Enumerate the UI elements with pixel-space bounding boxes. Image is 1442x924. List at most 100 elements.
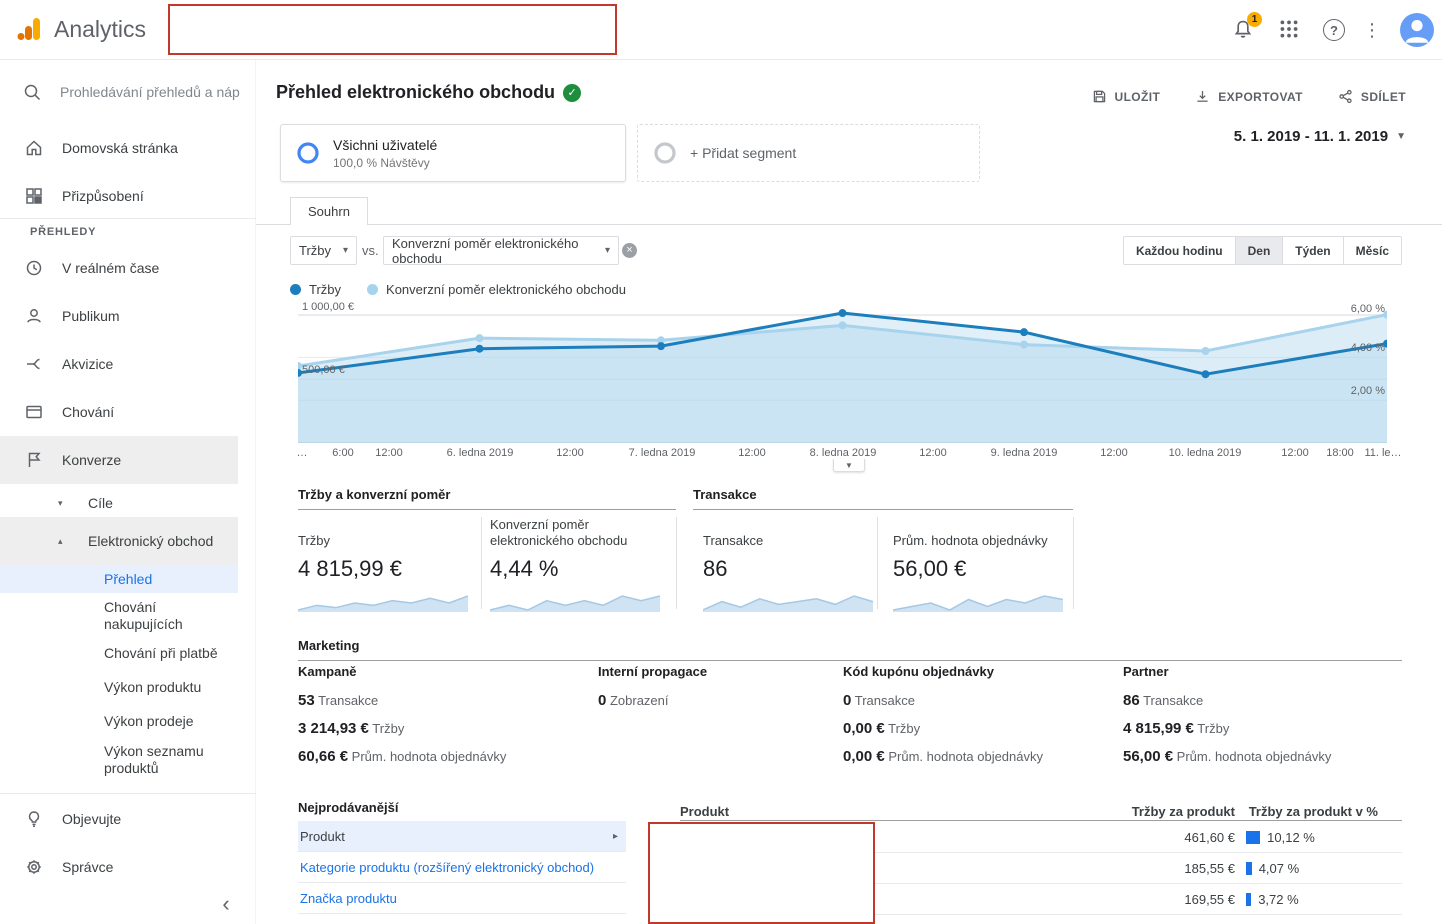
help-button[interactable]: ? [1323,19,1347,43]
share-button[interactable]: SDÍLET [1337,88,1406,105]
x-axis-label: 11. le… [1364,447,1401,459]
search-icon [22,82,42,102]
metric-label: Transakce [855,693,915,708]
granularity-hourly[interactable]: Každou hodinu [1124,237,1235,264]
analytics-logo[interactable]: Analytics [14,14,146,44]
metric-value: 60,66 € [298,748,348,765]
segment-all-users[interactable]: Všichni uživatelé 100,0 % Návštěvy [280,124,626,182]
scorecard-avg-order-value: Prům. hodnota objednávky 56,00 € [893,515,1073,617]
x-axis-label: 8. ledna 2019 [810,447,877,459]
sidebar-item-checkout-behavior[interactable]: Chování při platbě [0,639,256,667]
sidebar-item-customization[interactable]: Přizpůsobení [0,176,256,216]
save-button[interactable]: ULOŽIT [1091,88,1161,105]
x-axis-label: 7. ledna 2019 [629,447,696,459]
sidebar-item-product-performance[interactable]: Výkon produktu [0,673,256,701]
more-vert-icon: ⋮ [1360,18,1384,42]
metric-value: 0 [598,692,606,709]
scorecard-conversion-rate: Konverzní poměr elektronického obchodu 4… [490,515,666,617]
chevron-down-icon: ▾ [343,245,348,256]
sidebar-item-label: Objevujte [62,811,121,827]
account-avatar[interactable] [1400,13,1434,47]
sidebar-item-behavior[interactable]: Chování [0,392,256,432]
percent-bar [1246,893,1251,906]
export-button[interactable]: EXPORTOVAT [1194,88,1303,105]
table-header-product[interactable]: Produkt [680,804,729,819]
sidebar-item-label: Výkon prodeje [104,713,194,730]
sidebar-item-home[interactable]: Domovská stránka [0,128,256,168]
sidebar-item-sales-performance[interactable]: Výkon prodeje [0,707,256,735]
dimension-item-product-brand[interactable]: Značka produktu [298,883,626,914]
table-header-revenue[interactable]: Tržby za produkt [1035,804,1235,819]
notification-badge: 1 [1247,12,1262,27]
metric-primary-label: Tržby [299,243,331,258]
granularity-day[interactable]: Den [1235,237,1283,264]
timeseries-chart[interactable]: 1 000,00 € 500,00 € 6,00 % 4,00 % 2,00 % [298,305,1387,443]
apps-grid-button[interactable] [1278,18,1302,42]
sidebar-item-goals[interactable]: ▾ Cíle [0,489,256,517]
metric-select-secondary[interactable]: Konverzní poměr elektronického obchodu ▾ [383,236,619,265]
date-range-picker[interactable]: 5. 1. 2019 - 11. 1. 2019 ▼ [1234,128,1406,145]
cell-revenue: 169,55 € [1035,892,1235,907]
help-icon: ? [1323,19,1345,41]
x-axis-label: … [297,447,308,459]
sidebar-item-realtime[interactable]: V reálném čase [0,248,256,288]
dimension-label: Značka produktu [300,891,397,906]
sidebar-item-acquisition[interactable]: Akvizice [0,344,256,384]
tab-summary[interactable]: Souhrn [290,197,368,225]
report-search[interactable] [0,72,256,112]
dimension-item-product-category[interactable]: Kategorie produktu (rozšířený elektronic… [298,852,626,883]
y-right-label: 2,00 % [1351,385,1385,397]
legend-label: Konverzní poměr elektronického obchodu [386,282,626,297]
marketing-col-internal-promotion: Interní propagace 0 Zobrazení [598,664,838,720]
metric-label: Tržby [1197,721,1229,736]
scorecard-section1-title: Tržby a konverzní poměr [298,487,676,510]
sidebar-item-audience[interactable]: Publikum [0,296,256,336]
clear-metric-button[interactable]: × [622,243,637,258]
metric-value: 0,00 € [843,748,885,765]
sidebar-item-admin[interactable]: Správce [0,847,256,887]
notifications-button[interactable]: 1 [1232,18,1256,42]
save-icon [1091,88,1108,105]
more-options-button[interactable]: ⋮ [1360,18,1384,42]
sidebar-item-product-list-performance[interactable]: Výkon seznamu produktů [0,739,256,781]
table-header-divider [680,820,1402,821]
scorecard-value[interactable]: 56,00 € [893,556,1073,582]
sidebar-item-label: Akvizice [62,356,113,372]
metric-select-primary[interactable]: Tržby ▾ [290,236,357,265]
marketing-col-title: Kampaně [298,664,588,679]
card-separator [877,517,878,609]
redacted-property-name [168,4,617,55]
collapse-sidebar-button[interactable]: ‹ [212,890,240,918]
scorecard-value[interactable]: 4,44 % [490,556,666,582]
add-segment-button[interactable]: + Přidat segment [637,124,980,182]
metric-secondary-label: Konverzní poměr elektronického obchodu [392,236,605,266]
gear-icon [24,857,44,877]
card-separator [676,517,677,609]
search-input[interactable] [60,84,240,100]
expand-table-handle[interactable]: ▼ [833,459,865,472]
table-header-revenue-percent[interactable]: Tržby za produkt v % [1208,804,1378,819]
dimension-item-product[interactable]: Produkt ▸ [298,821,626,852]
panel-divider [256,224,1442,225]
granularity-month[interactable]: Měsíc [1343,237,1401,264]
left-nav: Domovská stránka Přizpůsobení PŘEHLEDY V… [0,60,256,924]
metric-value: 0 [843,692,851,709]
sidebar-item-discover[interactable]: Objevujte [0,799,256,839]
person-avatar-icon [1400,13,1434,47]
card-separator [1073,517,1074,609]
sidebar-item-shopping-behavior[interactable]: Chování nakupujících [0,595,256,637]
scorecard-value[interactable]: 86 [703,556,871,582]
sidebar-item-conversions[interactable]: Konverze [0,436,238,484]
sidebar-item-ecommerce[interactable]: ▴ Elektronický obchod [0,517,238,565]
x-axis-label: 12:00 [1100,447,1128,459]
sidebar-item-ecom-overview[interactable]: Přehled [0,565,238,593]
y-left-label: 500,00 € [302,364,345,376]
marketing-col-title: Kód kupónu objednávky [843,664,1118,679]
customization-icon [24,186,44,206]
granularity-week[interactable]: Týden [1282,237,1342,264]
chevron-right-icon: ▸ [613,831,618,842]
person-icon [24,306,44,326]
x-axis-label: 12:00 [919,447,947,459]
y-right-label: 4,00 % [1351,342,1385,354]
scorecard-value[interactable]: 4 815,99 € [298,556,474,582]
